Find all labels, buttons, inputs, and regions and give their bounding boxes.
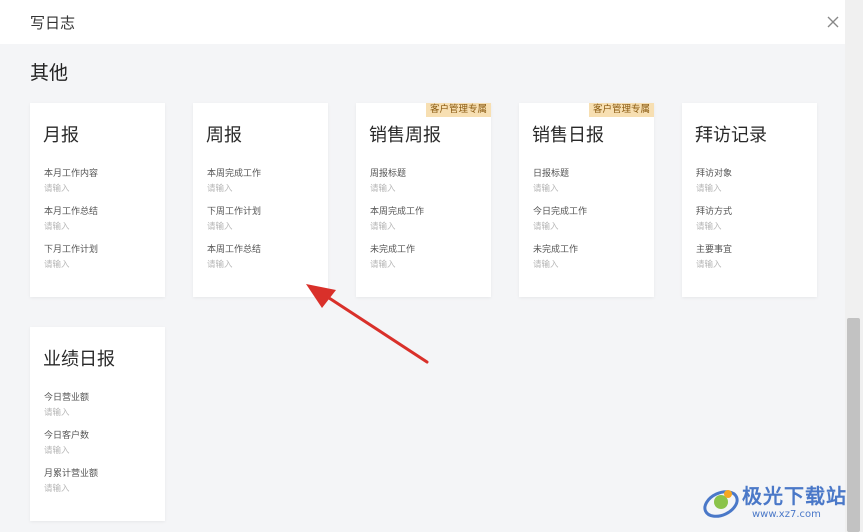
field-label: 本周完成工作 <box>207 169 262 179</box>
field-placeholder: 请输入 <box>207 184 233 194</box>
card-field: 本周完成工作 请输入 <box>207 169 261 195</box>
field-label: 周报标题 <box>370 169 407 179</box>
field-label: 未完成工作 <box>533 245 579 255</box>
section-title: 其他 <box>30 62 69 84</box>
card-field: 今日营业额 请输入 <box>44 393 89 419</box>
card-title: 拜访记录 <box>695 125 767 146</box>
card-field: 下周工作计划 请输入 <box>207 207 261 233</box>
field-label: 未完成工作 <box>370 245 416 255</box>
vertical-scrollbar[interactable] <box>845 0 863 532</box>
red-arrow-annotation <box>306 284 429 364</box>
card-field: 未完成工作 请输入 <box>533 245 578 271</box>
field-label: 拜访对象 <box>696 169 733 179</box>
card-field: 本周完成工作 请输入 <box>370 207 424 233</box>
field-label: 拜访方式 <box>696 207 733 217</box>
field-placeholder: 请输入 <box>370 260 396 270</box>
field-label: 本月工作总结 <box>44 207 99 217</box>
card-field: 下月工作计划 请输入 <box>44 245 98 271</box>
card-field: 日报标题 请输入 <box>533 169 569 195</box>
card-title: 销售日报 <box>532 125 604 146</box>
card-field: 今日客户数 请输入 <box>44 431 89 457</box>
field-label: 主要事宜 <box>696 245 733 255</box>
field-placeholder: 请输入 <box>44 408 70 418</box>
field-placeholder: 请输入 <box>533 260 559 270</box>
field-label: 月累计营业额 <box>44 469 99 479</box>
field-label: 下月工作计划 <box>44 245 99 255</box>
card-field: 周报标题 请输入 <box>370 169 406 195</box>
template-card-sales-daily[interactable]: 客户管理专属 销售日报 日报标题 请输入 今日完成工作 请输入 未完成工作 请输… <box>519 103 654 297</box>
field-label: 下周工作计划 <box>207 207 262 217</box>
exclusive-badge: 客户管理专属 <box>425 103 491 117</box>
field-placeholder: 请输入 <box>696 260 722 270</box>
card-title: 销售周报 <box>369 125 441 146</box>
watermark-url: www.xz7.com <box>752 509 821 520</box>
card-title: 业绩日报 <box>43 349 115 370</box>
card-field: 拜访方式 请输入 <box>696 207 732 233</box>
field-label: 本周完成工作 <box>370 207 425 217</box>
card-field: 今日完成工作 请输入 <box>533 207 587 233</box>
card-field: 本月工作总结 请输入 <box>44 207 98 233</box>
site-logo-icon <box>703 490 739 518</box>
field-label: 本月工作内容 <box>44 169 99 179</box>
card-field: 本月工作内容 请输入 <box>44 169 98 195</box>
field-label: 今日完成工作 <box>533 207 588 217</box>
card-field: 拜访对象 请输入 <box>696 169 732 195</box>
card-field: 月累计营业额 请输入 <box>44 469 98 495</box>
field-placeholder: 请输入 <box>44 222 70 232</box>
field-label: 本周工作总结 <box>207 245 262 255</box>
card-title: 月报 <box>43 125 79 146</box>
field-placeholder: 请输入 <box>696 222 722 232</box>
field-placeholder: 请输入 <box>207 260 233 270</box>
site-watermark: 极光下载站 www.xz7.com <box>700 478 850 528</box>
card-title: 周报 <box>206 125 242 146</box>
close-icon[interactable] <box>825 14 841 30</box>
card-field: 未完成工作 请输入 <box>370 245 415 271</box>
field-placeholder: 请输入 <box>44 184 70 194</box>
field-placeholder: 请输入 <box>44 484 70 494</box>
field-placeholder: 请输入 <box>533 184 559 194</box>
field-placeholder: 请输入 <box>370 222 396 232</box>
watermark-name: 极光下载站 <box>742 484 847 508</box>
template-card-sales-weekly[interactable]: 客户管理专属 销售周报 周报标题 请输入 本周完成工作 请输入 未完成工作 请输… <box>356 103 491 297</box>
field-placeholder: 请输入 <box>207 222 233 232</box>
field-label: 日报标题 <box>533 169 570 179</box>
field-placeholder: 请输入 <box>44 260 70 270</box>
template-card-weekly-report[interactable]: 周报 本周完成工作 请输入 下周工作计划 请输入 本周工作总结 请输入 <box>193 103 328 297</box>
field-label: 今日营业额 <box>44 393 90 403</box>
card-field: 主要事宜 请输入 <box>696 245 732 271</box>
field-placeholder: 请输入 <box>370 184 396 194</box>
dialog-header: 写日志 <box>0 0 845 44</box>
write-log-dialog: 写日志 其他 月报 本月工作内容 请输入 本月工作总结 请输入 下月工作计划 请… <box>0 0 845 532</box>
template-card-performance-daily[interactable]: 业绩日报 今日营业额 请输入 今日客户数 请输入 月累计营业额 请输入 <box>30 327 165 521</box>
field-placeholder: 请输入 <box>696 184 722 194</box>
template-card-monthly-report[interactable]: 月报 本月工作内容 请输入 本月工作总结 请输入 下月工作计划 请输入 <box>30 103 165 297</box>
card-field: 本周工作总结 请输入 <box>207 245 261 271</box>
field-label: 今日客户数 <box>44 431 90 441</box>
exclusive-badge: 客户管理专属 <box>588 103 654 117</box>
field-placeholder: 请输入 <box>533 222 559 232</box>
dialog-title: 写日志 <box>30 14 76 32</box>
field-placeholder: 请输入 <box>44 446 70 456</box>
template-card-visit-record[interactable]: 拜访记录 拜访对象 请输入 拜访方式 请输入 主要事宜 请输入 <box>682 103 817 297</box>
